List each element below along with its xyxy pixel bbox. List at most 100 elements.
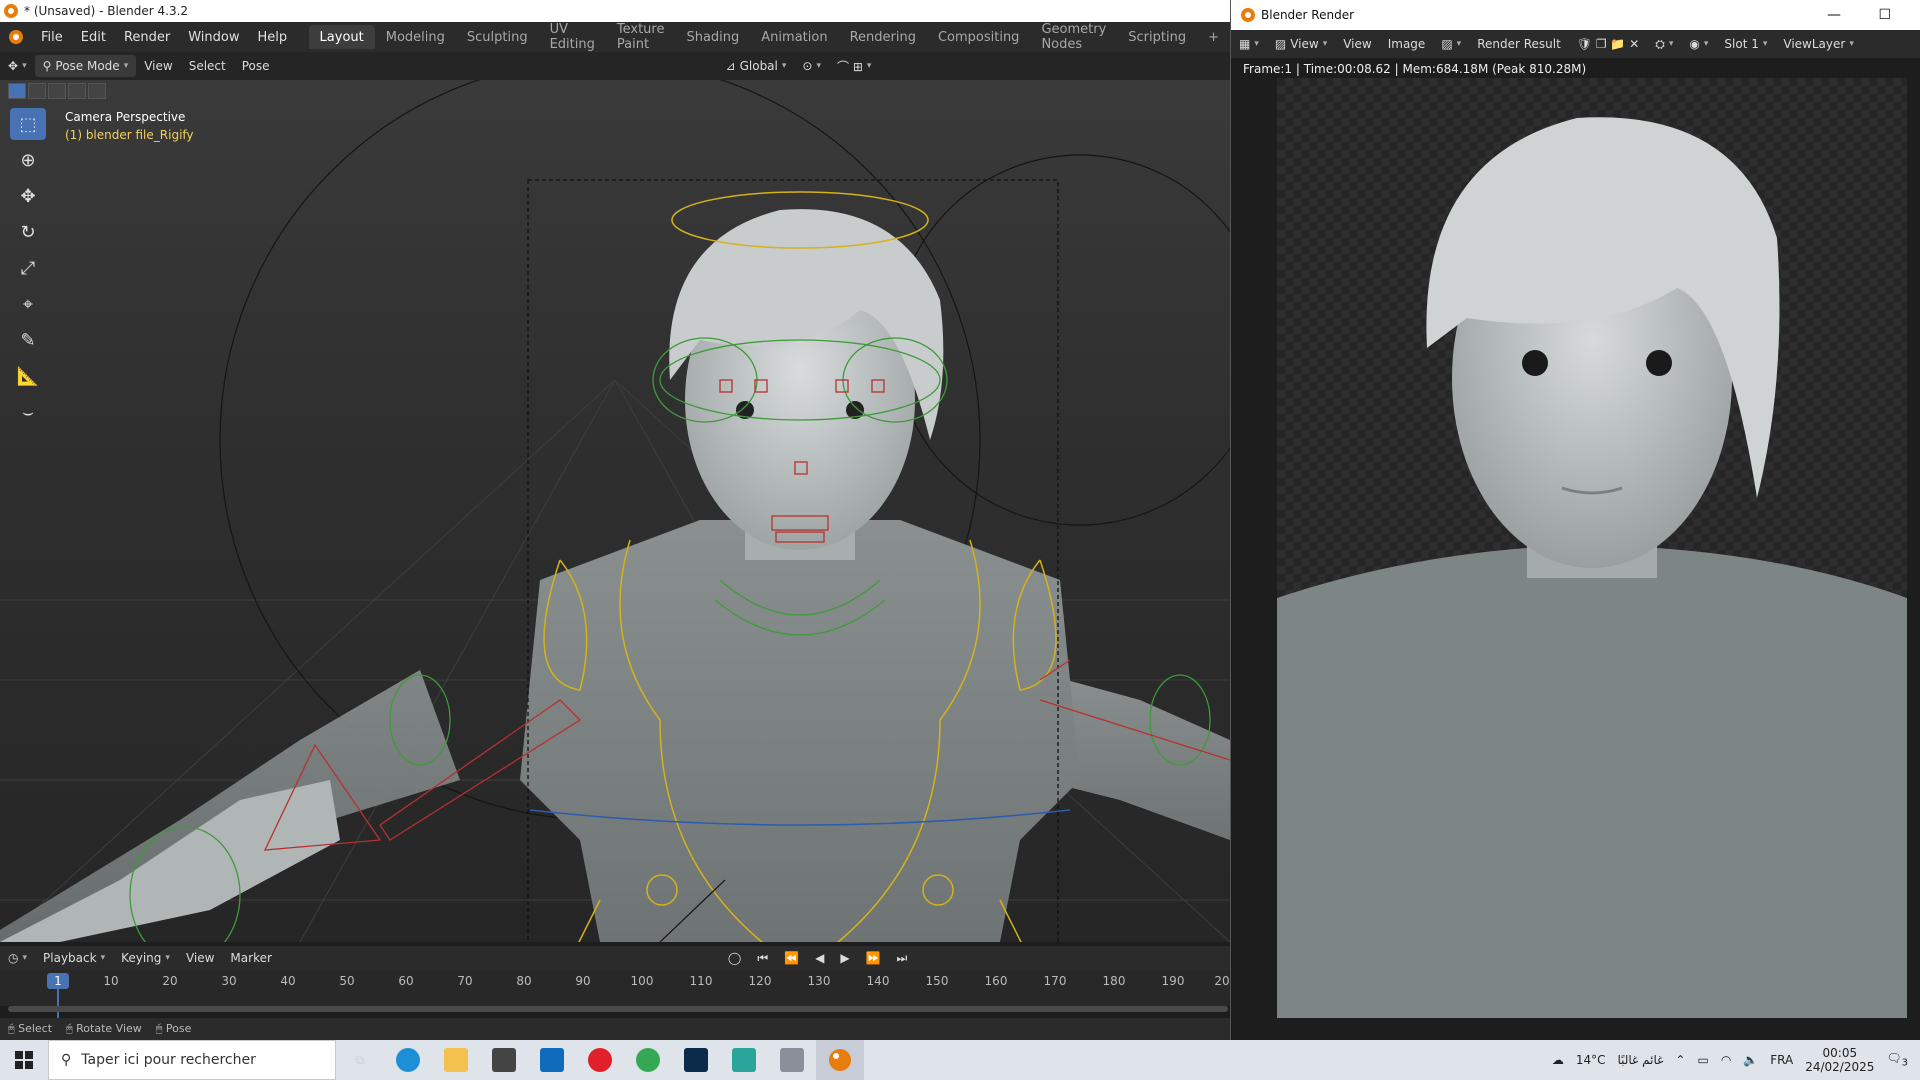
frame-tick: 20: [1214, 974, 1230, 988]
render-result-image[interactable]: [1277, 78, 1907, 1018]
tab-uv-editing[interactable]: UV Editing: [539, 22, 606, 52]
jump-end-icon[interactable]: ⏭: [889, 947, 916, 969]
opera-icon[interactable]: [576, 1040, 624, 1080]
bone-bend-icon[interactable]: ⌣: [10, 396, 46, 428]
mode-dropdown[interactable]: ⚲ Pose Mode ▾: [34, 55, 137, 77]
file-explorer-icon[interactable]: [432, 1040, 480, 1080]
blender-taskbar-icon[interactable]: [816, 1040, 864, 1080]
edge-icon[interactable]: [384, 1040, 432, 1080]
editor-type-icon[interactable]: ✥ ▾: [0, 55, 35, 77]
menu-keying[interactable]: Keying ▾: [113, 947, 178, 969]
tab-shading[interactable]: Shading: [675, 25, 750, 49]
weather-temp[interactable]: 14°C: [1576, 1053, 1606, 1067]
rotate-icon[interactable]: ↻: [10, 216, 46, 248]
image-editor-header: ▦ ▾ ▨ View ▾ View Image ▨ ▾ Render Result 🛡…: [1231, 30, 1920, 58]
image-browse-icon[interactable]: ▨ ▾: [1433, 33, 1469, 55]
menu-playback[interactable]: Playback ▾: [35, 947, 113, 969]
move-icon[interactable]: ✥: [10, 180, 46, 212]
blender-logo-icon: [1241, 8, 1255, 22]
3d-viewport[interactable]: [0, 80, 1230, 942]
menu-view[interactable]: View: [136, 55, 180, 77]
menu-image[interactable]: Image: [1380, 33, 1434, 55]
store-icon[interactable]: [480, 1040, 528, 1080]
tab-modeling[interactable]: Modeling: [375, 25, 456, 49]
measure-icon[interactable]: 📐: [10, 360, 46, 392]
transform-icon[interactable]: ⌖: [10, 288, 46, 320]
overlay-icon[interactable]: ◉ ▾: [1681, 33, 1716, 55]
weather-text[interactable]: غائم غالبًا: [1617, 1053, 1663, 1067]
menu-timeline-view[interactable]: View: [178, 947, 222, 969]
select-extend-icon[interactable]: [28, 83, 46, 99]
menu-file[interactable]: File: [32, 22, 72, 52]
annotate-icon[interactable]: ✎: [10, 324, 46, 356]
menu-image-view[interactable]: View: [1335, 33, 1379, 55]
chevron-up-icon[interactable]: ⌃: [1675, 1053, 1685, 1067]
photoshop-icon[interactable]: [672, 1040, 720, 1080]
volume-icon[interactable]: 🔈: [1743, 1053, 1758, 1067]
weather-icon[interactable]: ☁: [1552, 1053, 1564, 1067]
chrome-icon[interactable]: [624, 1040, 672, 1080]
menu-edit[interactable]: Edit: [72, 22, 115, 52]
timeline-editor-icon[interactable]: ◷ ▾: [0, 947, 35, 969]
notification-count: 3: [1901, 1057, 1908, 1069]
app-window-icon[interactable]: [768, 1040, 816, 1080]
current-frame-indicator[interactable]: 1: [47, 973, 69, 989]
snap-icon[interactable]: ⌒ ⊞ ▾: [829, 55, 879, 77]
prev-keyframe-icon[interactable]: ⏪: [776, 947, 807, 969]
auto-key-icon[interactable]: ◯: [720, 947, 749, 969]
menu-window[interactable]: Window: [179, 22, 248, 52]
clock[interactable]: 00:05 24/02/2025: [1805, 1046, 1874, 1074]
maya-icon[interactable]: [720, 1040, 768, 1080]
select-intersect-icon[interactable]: [88, 83, 106, 99]
play-reverse-icon[interactable]: ◀: [807, 947, 832, 969]
blender-menu-icon[interactable]: [0, 22, 32, 52]
cursor-icon[interactable]: ⊕: [10, 144, 46, 176]
windows-start-icon[interactable]: [0, 1040, 48, 1080]
notification-icon[interactable]: 🗨3: [1886, 1051, 1908, 1068]
image-editor-type-icon[interactable]: ▦ ▾: [1231, 33, 1267, 55]
add-workspace-button[interactable]: +: [1197, 25, 1230, 49]
slot-dropdown[interactable]: Slot 1 ▾: [1716, 33, 1775, 55]
minimize-icon[interactable]: —: [1827, 7, 1841, 23]
tab-layout[interactable]: Layout: [308, 25, 375, 49]
taskbar-search[interactable]: ⚲ Taper ici pour rechercher: [48, 1040, 336, 1080]
next-keyframe-icon[interactable]: ⏩: [858, 947, 889, 969]
battery-icon[interactable]: ▭: [1697, 1053, 1708, 1067]
menu-select[interactable]: Select: [181, 55, 234, 77]
wifi-icon[interactable]: ◠: [1721, 1053, 1731, 1067]
menu-pose[interactable]: Pose: [234, 55, 278, 77]
timeline-header: ◷ ▾ Playback ▾ Keying ▾ View Marker ◯ ⏮ ⏪ ◀…: [0, 946, 1230, 970]
tab-compositing[interactable]: Compositing: [927, 25, 1031, 49]
task-view-icon[interactable]: ⧉: [336, 1040, 384, 1080]
timeline-scrollbar[interactable]: [8, 1006, 1228, 1012]
pivot-icon[interactable]: ⊙ ▾: [794, 55, 829, 77]
outlook-icon[interactable]: [528, 1040, 576, 1080]
gizmo-icon[interactable]: ⛭ ▾: [1647, 33, 1681, 55]
scale-icon[interactable]: ⤢: [10, 252, 46, 284]
language-indicator[interactable]: FRA: [1770, 1053, 1793, 1067]
tab-rendering[interactable]: Rendering: [839, 25, 927, 49]
select-box-icon[interactable]: ⬚: [10, 108, 46, 140]
frame-tick: 40: [280, 974, 296, 988]
tab-sculpting[interactable]: Sculpting: [456, 25, 539, 49]
image-actions-icon[interactable]: 🛡 ❐ 📁 ✕: [1569, 33, 1647, 55]
menu-help[interactable]: Help: [249, 22, 297, 52]
render-result-field[interactable]: Render Result: [1469, 33, 1569, 55]
jump-start-icon[interactable]: ⏮: [749, 947, 776, 969]
select-invert-icon[interactable]: [68, 83, 86, 99]
tab-texture-paint[interactable]: Texture Paint: [606, 22, 676, 52]
orientation-dropdown[interactable]: ⊿ Global ▾: [718, 55, 795, 77]
view-mode-dropdown[interactable]: ▨ View ▾: [1267, 33, 1335, 55]
play-icon[interactable]: ▶: [832, 947, 857, 969]
tab-animation[interactable]: Animation: [750, 25, 838, 49]
frame-ruler[interactable]: 1 10 20 30 40 50 60 70 80 90 100 110 120…: [0, 970, 1230, 1025]
select-subtract-icon[interactable]: [48, 83, 66, 99]
frame-tick: 120: [748, 974, 772, 988]
maximize-icon[interactable]: ☐: [1878, 7, 1891, 23]
select-new-icon[interactable]: [8, 83, 26, 99]
menu-marker[interactable]: Marker: [222, 947, 279, 969]
view-layer-dropdown[interactable]: ViewLayer ▾: [1775, 33, 1861, 55]
tab-geometry-nodes[interactable]: Geometry Nodes: [1030, 22, 1117, 52]
menu-render[interactable]: Render: [115, 22, 179, 52]
tab-scripting[interactable]: Scripting: [1117, 25, 1197, 49]
